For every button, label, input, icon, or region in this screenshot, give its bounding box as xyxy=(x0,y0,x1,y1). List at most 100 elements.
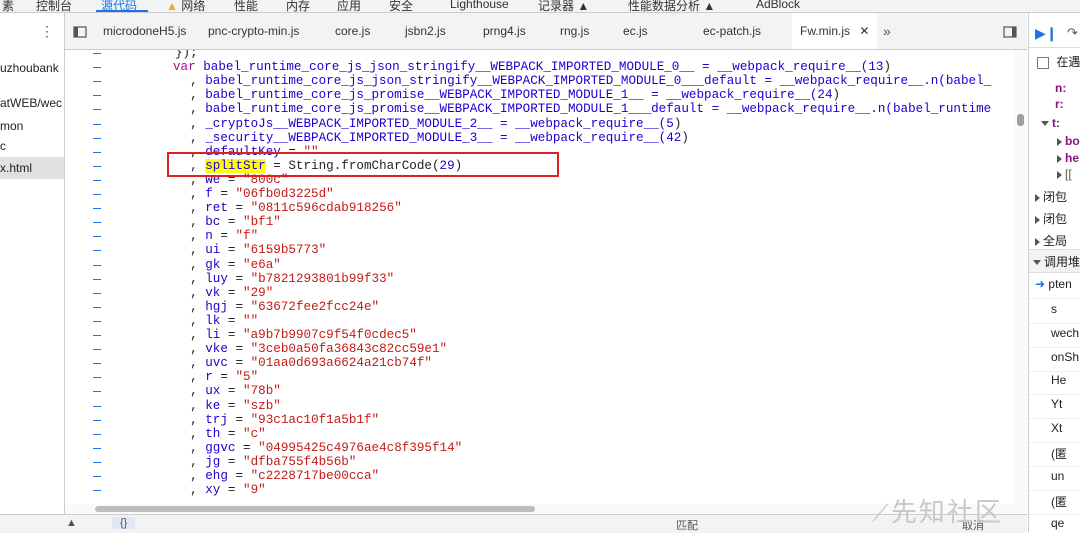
more-options-icon[interactable]: ⋮ xyxy=(40,23,54,40)
tab-performance-insights[interactable]: 性能数据分析 ▲ xyxy=(628,0,715,12)
code-line[interactable]: , hgj = "63672fee2fcc24e" xyxy=(175,300,379,314)
pause-on-exceptions-checkbox[interactable]: 在遇 xyxy=(1037,53,1080,70)
more-tabs-icon[interactable]: » xyxy=(883,13,891,49)
call-stack-frame-label: pten xyxy=(1048,277,1072,291)
code-token: , xyxy=(175,285,206,300)
file-tab[interactable]: ec.js xyxy=(623,13,648,49)
code-line[interactable]: , babel_runtime_core_js_json_stringify__… xyxy=(175,74,991,88)
code-line[interactable]: , n = "f" xyxy=(175,229,258,243)
call-stack-frame[interactable]: ➜ pten xyxy=(1035,277,1072,291)
file-tab[interactable]: pnc-crypto-min.js xyxy=(208,13,299,49)
tab-lighthouse[interactable]: Lighthouse xyxy=(450,0,509,11)
code-line[interactable]: var babel_runtime_core_js_json_stringify… xyxy=(173,60,891,74)
call-stack-frame[interactable]: qe xyxy=(1051,516,1064,530)
watermark-logo-icon: ⟋ xyxy=(872,500,891,527)
vertical-scrollbar[interactable] xyxy=(1014,50,1027,504)
line-marker xyxy=(93,250,101,252)
call-stack-header[interactable]: 调用堆 xyxy=(1029,249,1080,273)
call-stack-frame-label: Yt xyxy=(1051,397,1063,411)
code-editor[interactable]: }); var babel_runtime_core_js_json_string… xyxy=(65,50,1027,504)
code-line[interactable]: , ehg = "c2228717be00cca" xyxy=(175,469,379,483)
toggle-navigator-icon[interactable] xyxy=(73,13,87,49)
code-line[interactable]: , li = "a9b7b9907c9f54f0cdec5" xyxy=(175,328,417,342)
tab-network[interactable]: ▲ 网络 xyxy=(166,0,205,12)
call-stack-frame[interactable]: (匿 xyxy=(1051,493,1067,510)
code-line[interactable]: , lk = "" xyxy=(175,314,258,328)
scope-var-t[interactable]: t: xyxy=(1041,116,1060,130)
tab-recorder[interactable]: 记录器 ▲ xyxy=(538,0,589,12)
nav-item[interactable]: uzhoubank xyxy=(0,57,64,79)
scope-child[interactable]: bo xyxy=(1057,134,1080,148)
code-line[interactable]: , ke = "szb" xyxy=(175,399,281,413)
tab-application[interactable]: 应用 xyxy=(337,0,361,12)
tab-performance[interactable]: 性能 xyxy=(234,0,258,12)
code-line[interactable]: , _security__WEBPACK_IMPORTED_MODULE_3__… xyxy=(175,131,689,145)
code-line[interactable]: , th = "c" xyxy=(175,427,266,441)
vertical-scroll-thumb[interactable] xyxy=(1017,114,1024,126)
step-over-icon[interactable]: ↷ xyxy=(1067,25,1078,41)
tab-elements[interactable]: 素 xyxy=(2,0,14,12)
code-line[interactable]: , jg = "dfba755f4b56b" xyxy=(175,455,356,469)
code-line[interactable]: , ggvc = "04995425c4976ae4c8f395f14" xyxy=(175,441,462,455)
file-tab[interactable]: rng.js xyxy=(560,13,589,49)
code-token: ux xyxy=(205,384,221,399)
file-tab-active[interactable]: Fw.min.js ✕ xyxy=(792,13,878,49)
scope-var-n[interactable]: n: xyxy=(1055,81,1066,95)
file-tab[interactable]: jsbn2.js xyxy=(405,13,446,49)
tab-console[interactable]: 控制台 xyxy=(36,0,72,12)
code-line[interactable]: , gk = "e6a" xyxy=(175,258,281,272)
code-line[interactable]: , f = "06fb0d3225d" xyxy=(175,187,334,201)
nav-item[interactable]: atWEB/wec xyxy=(0,92,64,114)
code-line[interactable]: , babel_runtime_core_js_promise__WEBPACK… xyxy=(175,102,991,116)
nav-item-selected[interactable]: x.html xyxy=(0,157,64,179)
code-line[interactable]: , r = "5" xyxy=(175,370,258,384)
toggle-debugger-icon[interactable] xyxy=(1003,13,1017,49)
code-line[interactable]: , ret = "0811c596cdab918256" xyxy=(175,201,402,215)
pretty-print-button[interactable]: {} xyxy=(112,517,136,529)
code-line[interactable]: , ui = "6159b5773" xyxy=(175,243,326,257)
call-stack-frame[interactable]: Xt xyxy=(1051,421,1062,435)
scope-global[interactable]: 全局 xyxy=(1035,232,1067,249)
call-stack-frame[interactable]: s xyxy=(1051,302,1057,316)
tab-adblock[interactable]: AdBlock xyxy=(756,0,800,11)
call-stack-frame[interactable]: Yt xyxy=(1051,397,1062,411)
file-tab[interactable]: ec-patch.js xyxy=(703,13,761,49)
code-line[interactable]: , vke = "3ceb0a50fa36843c82cc59e1" xyxy=(175,342,447,356)
call-stack-frame[interactable]: wech xyxy=(1051,326,1079,340)
code-line[interactable]: , babel_runtime_core_js_promise__WEBPACK… xyxy=(175,88,840,102)
nav-item[interactable]: mon xyxy=(0,115,64,137)
code-line[interactable]: , uvc = "01aa0d693a6624a21cb74f" xyxy=(175,356,432,370)
resume-icon[interactable]: ▶❙ xyxy=(1035,25,1058,42)
code-line[interactable]: , ux = "78b" xyxy=(175,384,281,398)
scope-closure[interactable]: 闭包 xyxy=(1035,210,1067,227)
nav-item[interactable]: c xyxy=(0,135,64,157)
tab-memory[interactable]: 内存 xyxy=(286,0,310,12)
watermark-text: 先知社区 xyxy=(890,497,1003,527)
call-stack-frame[interactable]: onSh xyxy=(1051,350,1079,364)
sidebar-toggle-icon[interactable]: ▲ xyxy=(66,517,77,529)
file-tab[interactable]: core.js xyxy=(335,13,370,49)
code-line[interactable]: }); xyxy=(175,50,198,60)
file-tab[interactable]: prng4.js xyxy=(483,13,526,49)
horizontal-scroll-thumb[interactable] xyxy=(95,506,535,512)
code-line[interactable]: , bc = "bf1" xyxy=(175,215,281,229)
code-token: , xyxy=(175,384,206,399)
scope-child[interactable]: [[ xyxy=(1057,167,1072,181)
code-line[interactable]: , trj = "93c1ac10f1a5b1f" xyxy=(175,413,379,427)
close-icon[interactable]: ✕ xyxy=(859,24,869,38)
tab-security[interactable]: 安全 xyxy=(389,0,413,12)
code-line[interactable]: , luy = "b7821293801b99f33" xyxy=(175,272,394,286)
file-tab[interactable]: microdoneH5.js xyxy=(103,13,186,49)
call-stack-frame[interactable]: He xyxy=(1051,373,1066,387)
code-line[interactable]: , vk = "29" xyxy=(175,286,273,300)
call-stack-frame[interactable]: (匿 xyxy=(1051,445,1067,462)
watermark: ⟋先知社区 xyxy=(872,492,1030,532)
scope-var-r[interactable]: r: xyxy=(1055,97,1064,111)
scope-closure[interactable]: 闭包 xyxy=(1035,188,1067,205)
code-line[interactable]: , _cryptoJs__WEBPACK_IMPORTED_MODULE_2__… xyxy=(175,117,681,131)
scope-child[interactable]: he xyxy=(1057,151,1079,165)
line-marker xyxy=(93,165,101,167)
call-stack-frame[interactable]: un xyxy=(1051,469,1064,483)
line-marker xyxy=(93,377,101,379)
code-line[interactable]: , xy = "9" xyxy=(175,483,266,497)
